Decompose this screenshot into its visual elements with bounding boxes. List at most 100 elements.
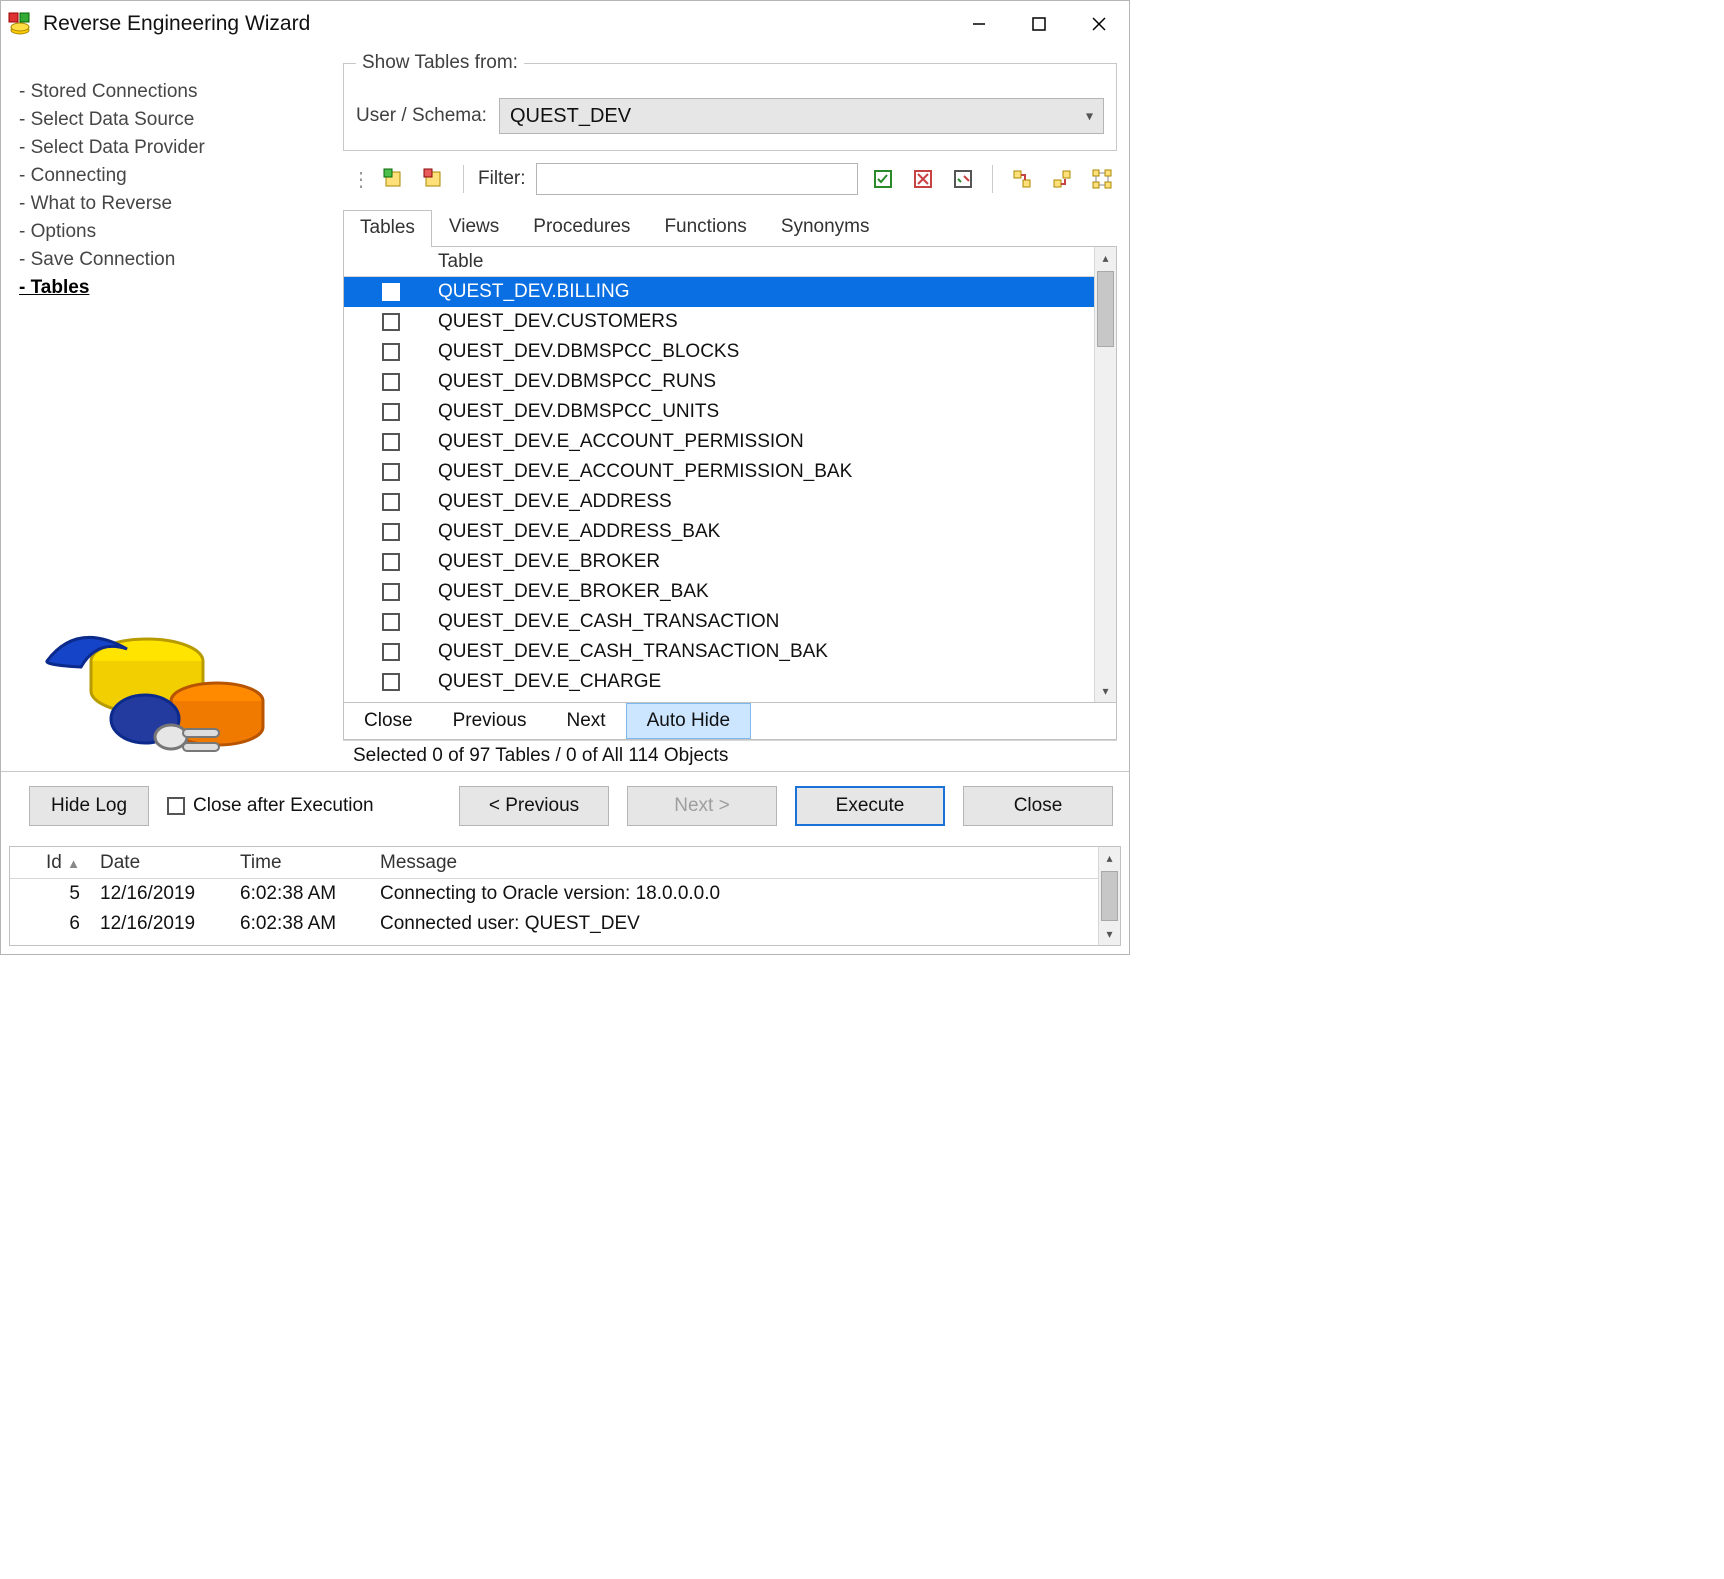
next-button[interactable]: Next > — [627, 786, 777, 826]
wizard-step[interactable]: - Tables — [19, 277, 339, 299]
scroll-thumb[interactable] — [1097, 271, 1114, 347]
row-name: QUEST_DEV.DBMSPCC_RUNS — [438, 371, 716, 393]
toolbar-button-1[interactable] — [379, 164, 409, 194]
list-header[interactable]: Table — [344, 247, 1094, 277]
table-row[interactable]: QUEST_DEV.E_CASH_TRANSACTION — [344, 607, 1094, 637]
scroll-up-icon[interactable]: ▴ — [1095, 247, 1116, 269]
relations-button-2[interactable] — [1047, 164, 1077, 194]
log-cell-time: 6:02:38 AM — [230, 883, 370, 905]
row-checkbox[interactable] — [382, 523, 400, 541]
log-cell-date: 12/16/2019 — [90, 913, 230, 935]
list-footer-auto-hide[interactable]: Auto Hide — [626, 703, 751, 739]
table-row[interactable]: QUEST_DEV.BILLING — [344, 277, 1094, 307]
scroll-down-icon[interactable]: ▾ — [1095, 680, 1116, 702]
table-row[interactable]: QUEST_DEV.DBMSPCC_UNITS — [344, 397, 1094, 427]
group-legend: Show Tables from: — [356, 52, 524, 74]
row-name: QUEST_DEV.DBMSPCC_BLOCKS — [438, 341, 739, 363]
table-row[interactable]: QUEST_DEV.DBMSPCC_BLOCKS — [344, 337, 1094, 367]
close-after-execution-label: Close after Execution — [193, 795, 374, 817]
log-col-message: Message — [370, 852, 1098, 874]
log-scroll-thumb[interactable] — [1101, 871, 1118, 921]
sort-asc-icon: ▲ — [67, 856, 80, 871]
check-all-button[interactable] — [868, 164, 898, 194]
filter-label: Filter: — [478, 168, 526, 190]
row-checkbox[interactable] — [382, 313, 400, 331]
row-checkbox[interactable] — [382, 553, 400, 571]
tab-functions[interactable]: Functions — [647, 209, 763, 246]
hide-log-button[interactable]: Hide Log — [29, 786, 149, 826]
log-scroll-up-icon[interactable]: ▴ — [1099, 847, 1120, 869]
list-footer-next[interactable]: Next — [547, 704, 626, 738]
tab-views[interactable]: Views — [432, 209, 516, 246]
close-button[interactable]: Close — [963, 786, 1113, 826]
row-checkbox[interactable] — [382, 463, 400, 481]
list-footer-close[interactable]: Close — [344, 704, 433, 738]
table-row[interactable]: QUEST_DEV.E_BROKER_BAK — [344, 577, 1094, 607]
toolbar-button-2[interactable] — [419, 164, 449, 194]
row-name: QUEST_DEV.E_CHARGE_BAK — [438, 700, 710, 702]
execute-label: Execute — [836, 795, 905, 817]
close-window-button[interactable] — [1069, 1, 1129, 47]
log-col-id: Id — [46, 852, 62, 873]
wizard-step[interactable]: - Connecting — [19, 165, 339, 187]
log-row[interactable]: 512/16/20196:02:38 AMConnecting to Oracl… — [10, 879, 1098, 909]
tab-tables[interactable]: Tables — [343, 210, 432, 247]
row-name: QUEST_DEV.BILLING — [438, 281, 629, 303]
table-row[interactable]: QUEST_DEV.E_CASH_TRANSACTION_BAK — [344, 637, 1094, 667]
table-row[interactable]: QUEST_DEV.E_ACCOUNT_PERMISSION_BAK — [344, 457, 1094, 487]
row-checkbox[interactable] — [382, 643, 400, 661]
list-toolbar: ⋮ Filter: — [339, 159, 1121, 203]
filter-input[interactable] — [536, 163, 859, 195]
uncheck-all-button[interactable] — [908, 164, 938, 194]
row-checkbox[interactable] — [382, 283, 400, 301]
log-scrollbar[interactable]: ▴ ▾ — [1098, 847, 1120, 945]
row-checkbox[interactable] — [382, 673, 400, 691]
log-header[interactable]: Id ▲ Date Time Message — [10, 847, 1098, 879]
list-footer-previous[interactable]: Previous — [433, 704, 547, 738]
log-scroll-down-icon[interactable]: ▾ — [1099, 923, 1120, 945]
log-cell-time: 6:02:38 AM — [230, 913, 370, 935]
row-checkbox[interactable] — [382, 433, 400, 451]
row-checkbox[interactable] — [382, 343, 400, 361]
row-checkbox[interactable] — [382, 583, 400, 601]
row-checkbox[interactable] — [382, 493, 400, 511]
table-row[interactable]: QUEST_DEV.E_ACCOUNT_PERMISSION — [344, 427, 1094, 457]
relations-button-1[interactable] — [1007, 164, 1037, 194]
toggle-check-button[interactable] — [948, 164, 978, 194]
object-type-tabs: TablesViewsProceduresFunctionsSynonyms — [343, 209, 1117, 247]
table-row[interactable]: QUEST_DEV.E_CHARGE — [344, 667, 1094, 697]
close-after-execution-checkbox[interactable]: Close after Execution — [167, 795, 374, 817]
table-row[interactable]: QUEST_DEV.E_CHARGE_BAK — [344, 697, 1094, 702]
chevron-down-icon: ▾ — [1086, 108, 1093, 125]
wizard-window: Reverse Engineering Wizard - Stored Conn… — [0, 0, 1130, 955]
table-row[interactable]: QUEST_DEV.E_ADDRESS_BAK — [344, 517, 1094, 547]
row-checkbox[interactable] — [382, 403, 400, 421]
previous-button[interactable]: < Previous — [459, 786, 609, 826]
wizard-step[interactable]: - Stored Connections — [19, 81, 339, 103]
maximize-button[interactable] — [1009, 1, 1069, 47]
row-name: QUEST_DEV.E_ACCOUNT_PERMISSION_BAK — [438, 461, 852, 483]
table-row[interactable]: QUEST_DEV.E_BROKER — [344, 547, 1094, 577]
wizard-step[interactable]: - Save Connection — [19, 249, 339, 271]
tab-synonyms[interactable]: Synonyms — [764, 209, 887, 246]
selection-status: Selected 0 of 97 Tables / 0 of All 114 O… — [343, 740, 1117, 771]
list-scrollbar[interactable]: ▴ ▾ — [1094, 247, 1116, 702]
table-row[interactable]: QUEST_DEV.DBMSPCC_RUNS — [344, 367, 1094, 397]
hide-log-label: Hide Log — [51, 795, 127, 817]
table-row[interactable]: QUEST_DEV.CUSTOMERS — [344, 307, 1094, 337]
row-checkbox[interactable] — [382, 373, 400, 391]
table-row[interactable]: QUEST_DEV.E_ADDRESS — [344, 487, 1094, 517]
close-label: Close — [1014, 795, 1063, 817]
execute-button[interactable]: Execute — [795, 786, 945, 826]
user-schema-combobox[interactable]: QUEST_DEV ▾ — [499, 98, 1104, 134]
checkbox-icon — [167, 797, 185, 815]
log-row[interactable]: 612/16/20196:02:38 AMConnected user: QUE… — [10, 909, 1098, 939]
relations-grid-button[interactable] — [1087, 164, 1117, 194]
wizard-step[interactable]: - Select Data Source — [19, 109, 339, 131]
wizard-step[interactable]: - Select Data Provider — [19, 137, 339, 159]
wizard-step[interactable]: - What to Reverse — [19, 193, 339, 215]
tab-procedures[interactable]: Procedures — [516, 209, 647, 246]
row-checkbox[interactable] — [382, 613, 400, 631]
wizard-step[interactable]: - Options — [19, 221, 339, 243]
minimize-button[interactable] — [949, 1, 1009, 47]
